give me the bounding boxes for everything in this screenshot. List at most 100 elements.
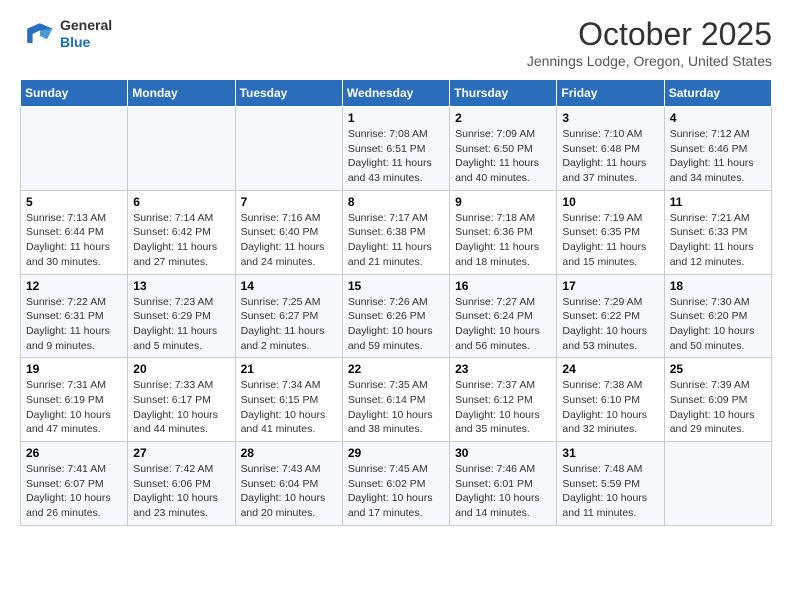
logo: General Blue [20, 16, 112, 52]
day-number: 21 [241, 362, 337, 376]
day-info: Sunrise: 7:39 AM Sunset: 6:09 PM Dayligh… [670, 378, 766, 437]
logo-blue-text: Blue [60, 34, 112, 51]
logo-general-text: General [60, 17, 112, 34]
calendar-cell: 9 Sunrise: 7:18 AM Sunset: 6:36 PM Daylig… [450, 190, 557, 274]
day-info: Sunrise: 7:25 AM Sunset: 6:27 PM Dayligh… [241, 295, 337, 354]
calendar-cell: 21 Sunrise: 7:34 AM Sunset: 6:15 PM Dayli… [235, 358, 342, 442]
day-info: Sunrise: 7:45 AM Sunset: 6:02 PM Dayligh… [348, 462, 444, 521]
day-info: Sunrise: 7:12 AM Sunset: 6:46 PM Dayligh… [670, 127, 766, 186]
day-info: Sunrise: 7:34 AM Sunset: 6:15 PM Dayligh… [241, 378, 337, 437]
calendar-week-row: 5 Sunrise: 7:13 AM Sunset: 6:44 PM Daylig… [21, 190, 772, 274]
calendar-cell: 28 Sunrise: 7:43 AM Sunset: 6:04 PM Dayli… [235, 442, 342, 526]
day-info: Sunrise: 7:33 AM Sunset: 6:17 PM Dayligh… [133, 378, 229, 437]
day-info: Sunrise: 7:08 AM Sunset: 6:51 PM Dayligh… [348, 127, 444, 186]
day-number: 27 [133, 446, 229, 460]
calendar-cell: 5 Sunrise: 7:13 AM Sunset: 6:44 PM Daylig… [21, 190, 128, 274]
day-info: Sunrise: 7:43 AM Sunset: 6:04 PM Dayligh… [241, 462, 337, 521]
day-number: 15 [348, 279, 444, 293]
weekday-header-friday: Friday [557, 80, 664, 107]
day-info: Sunrise: 7:23 AM Sunset: 6:29 PM Dayligh… [133, 295, 229, 354]
month-title: October 2025 [527, 16, 772, 53]
day-info: Sunrise: 7:10 AM Sunset: 6:48 PM Dayligh… [562, 127, 658, 186]
day-number: 26 [26, 446, 122, 460]
calendar-cell: 31 Sunrise: 7:48 AM Sunset: 5:59 PM Dayli… [557, 442, 664, 526]
day-info: Sunrise: 7:09 AM Sunset: 6:50 PM Dayligh… [455, 127, 551, 186]
day-info: Sunrise: 7:22 AM Sunset: 6:31 PM Dayligh… [26, 295, 122, 354]
day-info: Sunrise: 7:13 AM Sunset: 6:44 PM Dayligh… [26, 211, 122, 270]
day-number: 2 [455, 111, 551, 125]
day-info: Sunrise: 7:48 AM Sunset: 5:59 PM Dayligh… [562, 462, 658, 521]
day-number: 31 [562, 446, 658, 460]
calendar-cell: 26Sunrise: 7:41 AM Sunset: 6:07 PM Dayli… [21, 442, 128, 526]
calendar-cell: 25 Sunrise: 7:39 AM Sunset: 6:09 PM Dayli… [664, 358, 771, 442]
weekday-header-thursday: Thursday [450, 80, 557, 107]
calendar-cell: 11Sunrise: 7:21 AM Sunset: 6:33 PM Dayli… [664, 190, 771, 274]
calendar-cell: 7Sunrise: 7:16 AM Sunset: 6:40 PM Daylig… [235, 190, 342, 274]
calendar-cell: 27 Sunrise: 7:42 AM Sunset: 6:06 PM Dayli… [128, 442, 235, 526]
day-number: 5 [26, 195, 122, 209]
day-info: Sunrise: 7:35 AM Sunset: 6:14 PM Dayligh… [348, 378, 444, 437]
calendar-week-row: 19Sunrise: 7:31 AM Sunset: 6:19 PM Dayli… [21, 358, 772, 442]
weekday-header-sunday: Sunday [21, 80, 128, 107]
day-info: Sunrise: 7:27 AM Sunset: 6:24 PM Dayligh… [455, 295, 551, 354]
calendar-cell: 13 Sunrise: 7:23 AM Sunset: 6:29 PM Dayli… [128, 274, 235, 358]
day-number: 24 [562, 362, 658, 376]
calendar-cell: 14 Sunrise: 7:25 AM Sunset: 6:27 PM Dayli… [235, 274, 342, 358]
calendar-cell: 18Sunrise: 7:30 AM Sunset: 6:20 PM Dayli… [664, 274, 771, 358]
title-block: October 2025 Jennings Lodge, Oregon, Uni… [527, 16, 772, 69]
calendar-cell: 4 Sunrise: 7:12 AM Sunset: 6:46 PM Daylig… [664, 107, 771, 191]
calendar-cell: 3 Sunrise: 7:10 AM Sunset: 6:48 PM Daylig… [557, 107, 664, 191]
day-number: 30 [455, 446, 551, 460]
calendar-week-row: 26Sunrise: 7:41 AM Sunset: 6:07 PM Dayli… [21, 442, 772, 526]
day-number: 17 [562, 279, 658, 293]
calendar-cell: 22Sunrise: 7:35 AM Sunset: 6:14 PM Dayli… [342, 358, 449, 442]
calendar-cell: 8Sunrise: 7:17 AM Sunset: 6:38 PM Daylig… [342, 190, 449, 274]
day-number: 3 [562, 111, 658, 125]
day-number: 13 [133, 279, 229, 293]
day-info: Sunrise: 7:18 AM Sunset: 6:36 PM Dayligh… [455, 211, 551, 270]
day-number: 19 [26, 362, 122, 376]
day-number: 18 [670, 279, 766, 293]
day-number: 1 [348, 111, 444, 125]
calendar-cell: 17 Sunrise: 7:29 AM Sunset: 6:22 PM Dayli… [557, 274, 664, 358]
calendar-cell: 2 Sunrise: 7:09 AM Sunset: 6:50 PM Daylig… [450, 107, 557, 191]
day-number: 20 [133, 362, 229, 376]
calendar-cell: 12 Sunrise: 7:22 AM Sunset: 6:31 PM Dayli… [21, 274, 128, 358]
location-subtitle: Jennings Lodge, Oregon, United States [527, 53, 772, 69]
calendar-cell: 1 Sunrise: 7:08 AM Sunset: 6:51 PM Daylig… [342, 107, 449, 191]
logo-icon [20, 16, 56, 52]
calendar-table: SundayMondayTuesdayWednesdayThursdayFrid… [20, 79, 772, 526]
calendar-cell: 29 Sunrise: 7:45 AM Sunset: 6:02 PM Dayli… [342, 442, 449, 526]
day-number: 9 [455, 195, 551, 209]
day-number: 11 [670, 195, 766, 209]
day-number: 25 [670, 362, 766, 376]
day-number: 28 [241, 446, 337, 460]
day-info: Sunrise: 7:29 AM Sunset: 6:22 PM Dayligh… [562, 295, 658, 354]
day-number: 23 [455, 362, 551, 376]
day-info: Sunrise: 7:42 AM Sunset: 6:06 PM Dayligh… [133, 462, 229, 521]
day-number: 16 [455, 279, 551, 293]
day-number: 29 [348, 446, 444, 460]
day-number: 4 [670, 111, 766, 125]
day-info: Sunrise: 7:37 AM Sunset: 6:12 PM Dayligh… [455, 378, 551, 437]
calendar-week-row: 1 Sunrise: 7:08 AM Sunset: 6:51 PM Daylig… [21, 107, 772, 191]
day-number: 14 [241, 279, 337, 293]
calendar-cell [664, 442, 771, 526]
day-number: 6 [133, 195, 229, 209]
weekday-header-saturday: Saturday [664, 80, 771, 107]
day-info: Sunrise: 7:46 AM Sunset: 6:01 PM Dayligh… [455, 462, 551, 521]
calendar-cell: 10Sunrise: 7:19 AM Sunset: 6:35 PM Dayli… [557, 190, 664, 274]
day-number: 12 [26, 279, 122, 293]
day-number: 7 [241, 195, 337, 209]
day-info: Sunrise: 7:26 AM Sunset: 6:26 PM Dayligh… [348, 295, 444, 354]
calendar-cell: 24Sunrise: 7:38 AM Sunset: 6:10 PM Dayli… [557, 358, 664, 442]
calendar-cell: 20 Sunrise: 7:33 AM Sunset: 6:17 PM Dayli… [128, 358, 235, 442]
calendar-cell: 15 Sunrise: 7:26 AM Sunset: 6:26 PM Dayli… [342, 274, 449, 358]
weekday-header-wednesday: Wednesday [342, 80, 449, 107]
weekday-header-tuesday: Tuesday [235, 80, 342, 107]
day-info: Sunrise: 7:19 AM Sunset: 6:35 PM Dayligh… [562, 211, 658, 270]
weekday-header-monday: Monday [128, 80, 235, 107]
day-info: Sunrise: 7:17 AM Sunset: 6:38 PM Dayligh… [348, 211, 444, 270]
calendar-cell [21, 107, 128, 191]
calendar-cell [235, 107, 342, 191]
